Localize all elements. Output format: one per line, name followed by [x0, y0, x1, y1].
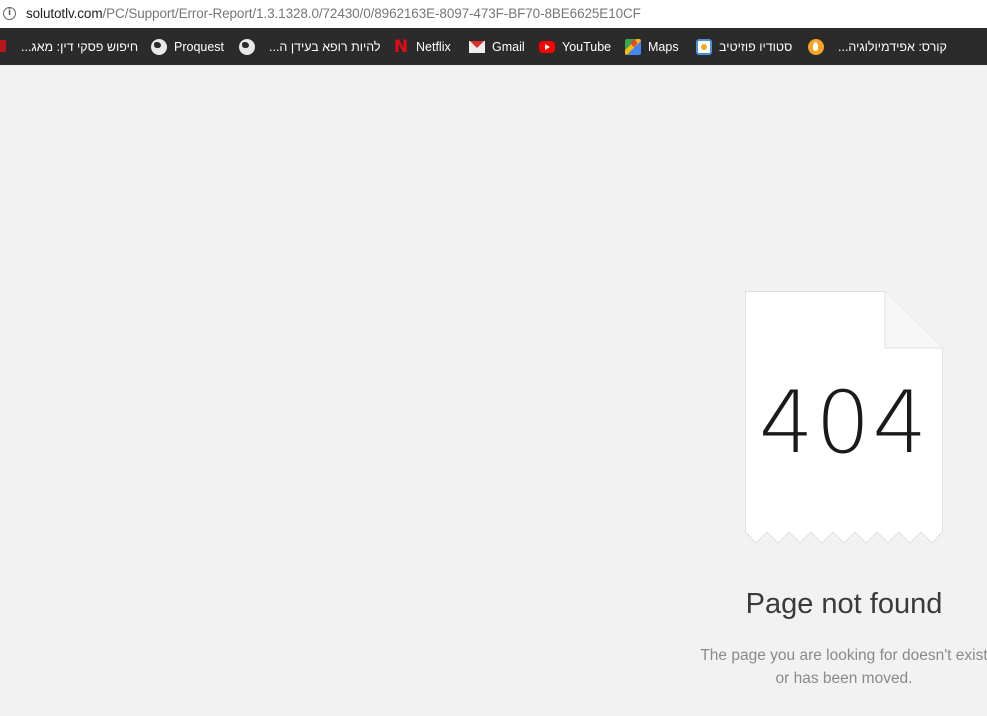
- error-code: 404: [758, 373, 930, 473]
- bookmark-studio[interactable]: סטודיו פוזיטיב: [696, 28, 792, 65]
- bookmark-label: להיות רופא בעידן ה...: [269, 39, 381, 54]
- bookmark-label: Maps: [648, 39, 679, 54]
- bookmark-label: Netflix: [416, 39, 451, 54]
- error-message: The page you are looking for doesn't exi…: [700, 647, 987, 687]
- bookmark-label: Gmail: [492, 39, 525, 54]
- bookmark-course[interactable]: קורס: אפידמיולוגיה...: [808, 28, 947, 65]
- bookmarks-bar: חיפוש פסקי דין: מאג... Proquest להיות רו…: [0, 28, 987, 65]
- bookmark-label: YouTube: [562, 39, 612, 54]
- url-path: /PC/Support/Error-Report/1.3.1328.0/7243…: [102, 6, 641, 21]
- bookmark-legal-search[interactable]: חיפוש פסקי דין: מאג...: [21, 28, 138, 65]
- error-title: Page not found: [745, 588, 943, 620]
- maps-icon: [625, 38, 641, 55]
- red-page-icon[interactable]: [0, 40, 6, 52]
- course-icon: [808, 38, 824, 55]
- netflix-icon: N: [393, 36, 409, 57]
- bookmark-label: חיפוש פסקי דין: מאג...: [21, 39, 139, 54]
- bookmark-label: Proquest: [174, 39, 225, 54]
- bookmark-maps[interactable]: Maps: [625, 28, 679, 65]
- bookmark-netflix[interactable]: N Netflix: [393, 28, 451, 65]
- bookmark-youtube[interactable]: YouTube: [539, 28, 611, 65]
- bookmark-doctor-article[interactable]: להיות רופא בעידן ה...: [239, 28, 381, 65]
- globe-icon: [239, 38, 255, 55]
- site-info-icon[interactable]: i: [3, 7, 16, 20]
- url-domain: solutotlv.com: [26, 6, 103, 21]
- bookmark-label: קורס: אפידמיולוגיה...: [838, 39, 947, 54]
- bookmark-proquest[interactable]: Proquest: [151, 28, 224, 65]
- gmail-icon: [469, 40, 485, 53]
- studio-icon: [696, 38, 712, 55]
- address-bar[interactable]: i solutotlv.com/PC/Support/Error-Report/…: [0, 0, 987, 28]
- url-text[interactable]: solutotlv.com/PC/Support/Error-Report/1.…: [26, 6, 641, 21]
- bookmark-label: סטודיו פוזיטיב: [719, 39, 793, 54]
- bookmark-gmail[interactable]: Gmail: [469, 28, 525, 65]
- youtube-icon: [539, 40, 555, 53]
- globe-icon: [151, 38, 167, 55]
